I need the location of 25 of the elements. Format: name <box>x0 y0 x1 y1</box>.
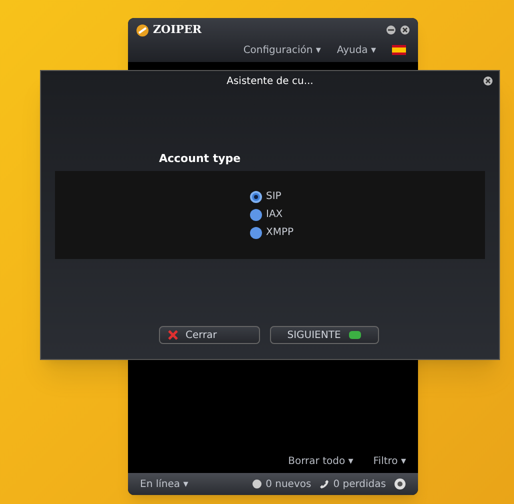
minimize-icon[interactable] <box>386 25 396 36</box>
radio-button[interactable] <box>250 208 262 220</box>
radio-button[interactable] <box>250 226 262 238</box>
history-action[interactable]: Filtro ▾ <box>373 454 406 469</box>
cross-icon <box>168 330 178 340</box>
close-icon[interactable] <box>400 25 410 36</box>
history-action[interactable]: Borrar todo ▾ <box>288 454 354 469</box>
menu-item[interactable]: Configuración ▾ <box>243 42 321 58</box>
menu-item[interactable]: Ayuda ▾ <box>336 42 376 58</box>
option-label: XMPP <box>266 226 294 240</box>
flag-icon[interactable] <box>392 45 406 55</box>
radio-button[interactable] <box>250 190 262 202</box>
close-button[interactable]: Cerrar <box>158 326 260 344</box>
missed-calls[interactable]: 0 perdidas <box>333 476 386 492</box>
close-icon[interactable] <box>483 76 493 86</box>
next-button[interactable]: SIGUIENTE <box>270 326 378 344</box>
logo-icon <box>136 24 149 37</box>
presence-menu[interactable]: En línea ▾ <box>140 476 188 492</box>
dialog-title: Asistente de cu... <box>226 74 314 88</box>
section-label: Account type <box>159 151 242 167</box>
phone-icon <box>319 479 330 489</box>
option-label: SIP <box>266 190 282 204</box>
option-label: IAX <box>266 208 283 222</box>
app-title: ZOIPER <box>153 22 202 38</box>
new-messages[interactable]: 0 nuevos <box>266 476 312 492</box>
